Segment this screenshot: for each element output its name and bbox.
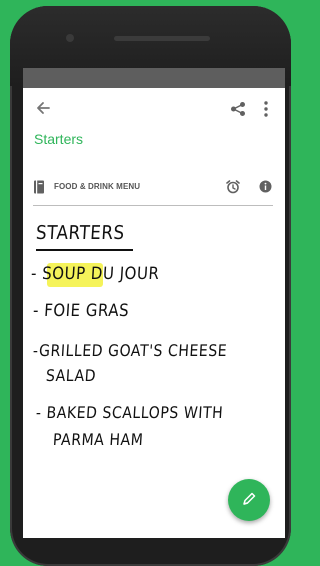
edit-note-button[interactable] [228, 479, 270, 521]
note-title-row: FOOD & DRINK MENU [33, 178, 273, 204]
earpiece-speaker [114, 36, 210, 41]
handwritten-line: -GRILLED GOAT'S CHEESE [32, 341, 228, 360]
note-title[interactable]: FOOD & DRINK MENU [54, 182, 140, 191]
notebook-icon [34, 180, 44, 194]
more-vert-icon[interactable] [261, 100, 271, 118]
alarm-icon[interactable] [226, 180, 240, 194]
handwritten-line: - SOUP DU JOUR [30, 264, 160, 284]
handwritten-line: SALAD [45, 366, 97, 385]
app-header: Starters [23, 88, 285, 147]
handwritten-line: - BAKED SCALLOPS WITH [35, 403, 224, 422]
share-icon[interactable] [230, 101, 246, 117]
title-underline [36, 249, 133, 251]
notebook-name-link[interactable]: Starters [34, 131, 83, 147]
pencil-icon [243, 492, 256, 505]
handwritten-line: PARMA HAM [52, 430, 144, 449]
phone-screen: Starters FOOD & DRINK MENU STARTERS - SO… [23, 68, 285, 538]
info-icon[interactable] [259, 180, 272, 193]
front-camera [66, 34, 74, 42]
handwritten-title: STARTERS [35, 222, 126, 244]
handwritten-line: - FOIE GRAS [32, 301, 130, 321]
title-divider [33, 205, 273, 206]
status-bar [23, 68, 285, 88]
arrow-back-icon[interactable] [35, 100, 51, 116]
